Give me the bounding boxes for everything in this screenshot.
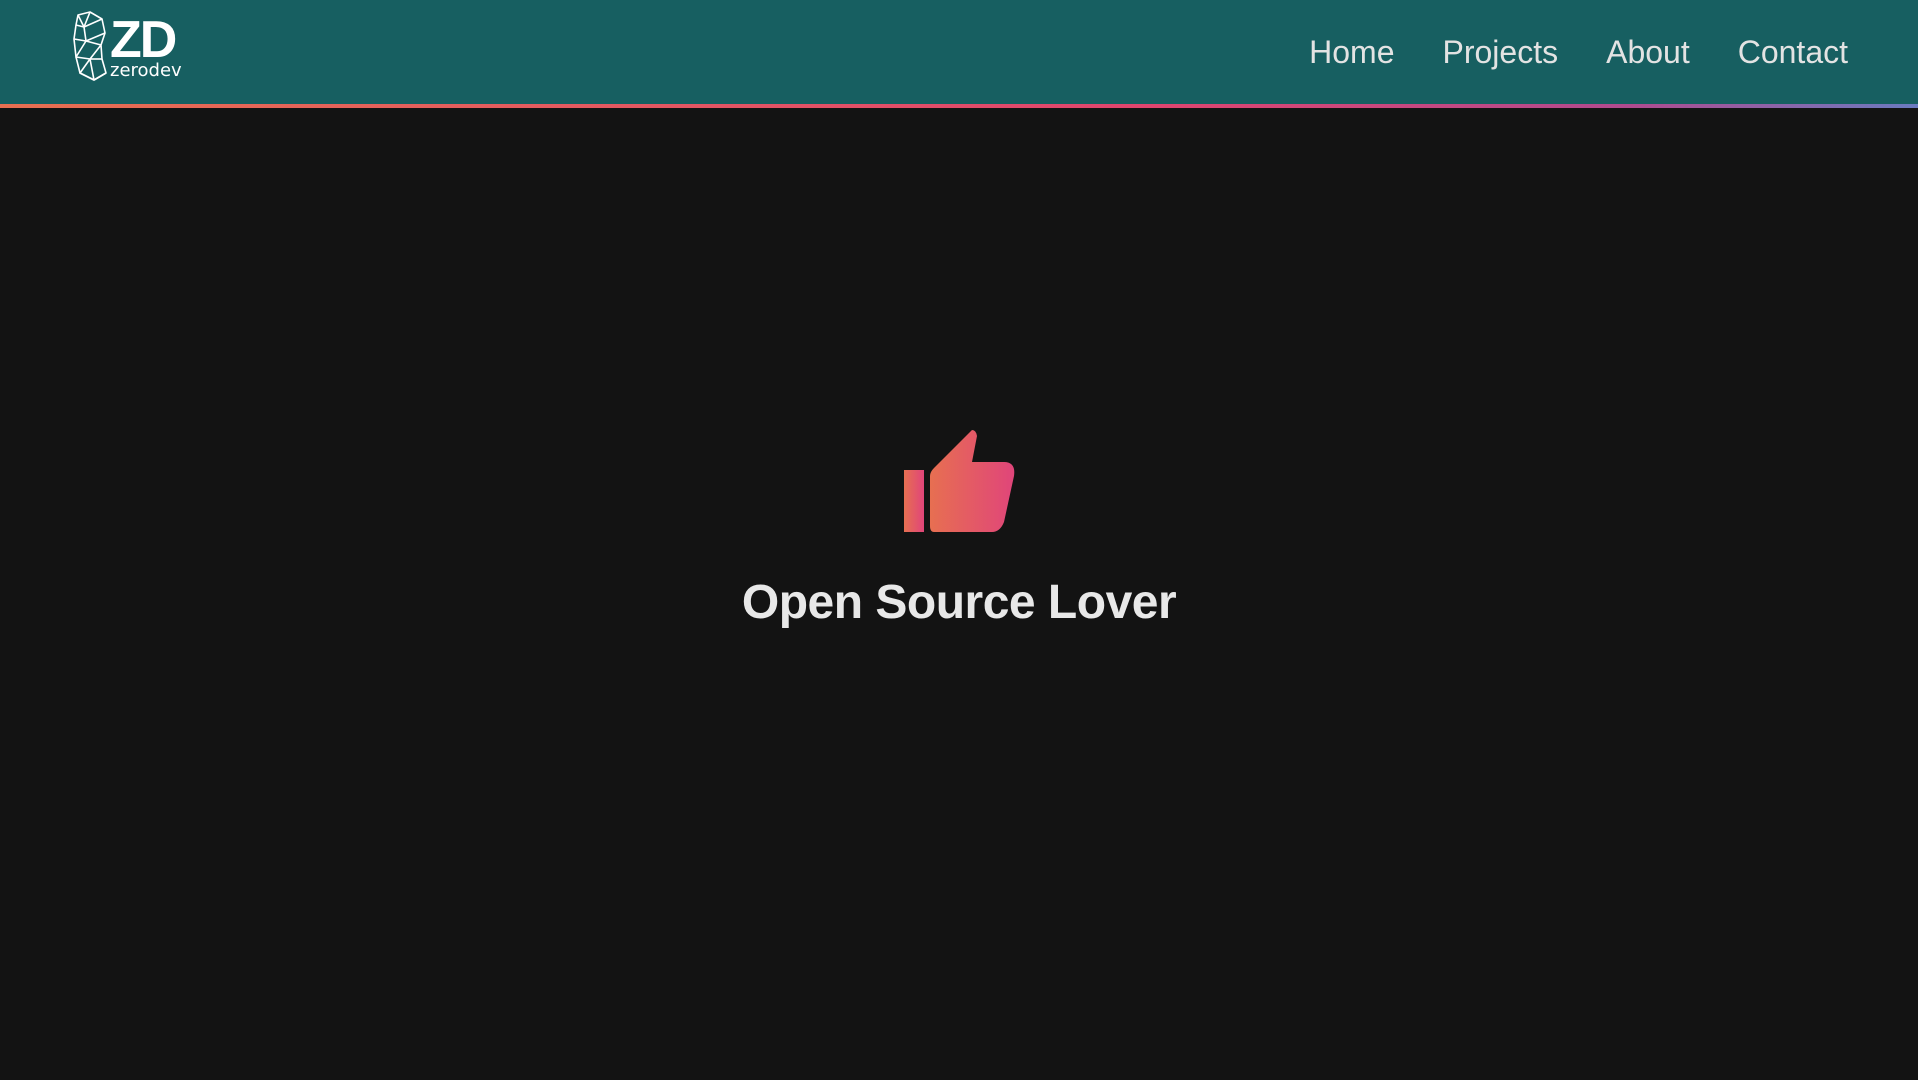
- hero-title: Open Source Lover: [741, 576, 1177, 629]
- logo[interactable]: ZD zerodev: [72, 11, 192, 83]
- nav-contact-link[interactable]: Contact: [1738, 34, 1848, 71]
- geometric-head-icon: [73, 11, 107, 81]
- thumbs-up-icon: [904, 430, 1015, 532]
- site-header: ZD zerodev Home Projects About Contact: [0, 0, 1918, 104]
- logo-wordmark: zerodev: [110, 60, 182, 81]
- nav-about-link[interactable]: About: [1606, 34, 1690, 71]
- logo-mark: ZD: [110, 11, 177, 69]
- nav-projects-link[interactable]: Projects: [1443, 34, 1559, 71]
- nav-home-link[interactable]: Home: [1309, 34, 1394, 71]
- main-nav: Home Projects About Contact: [1309, 0, 1848, 104]
